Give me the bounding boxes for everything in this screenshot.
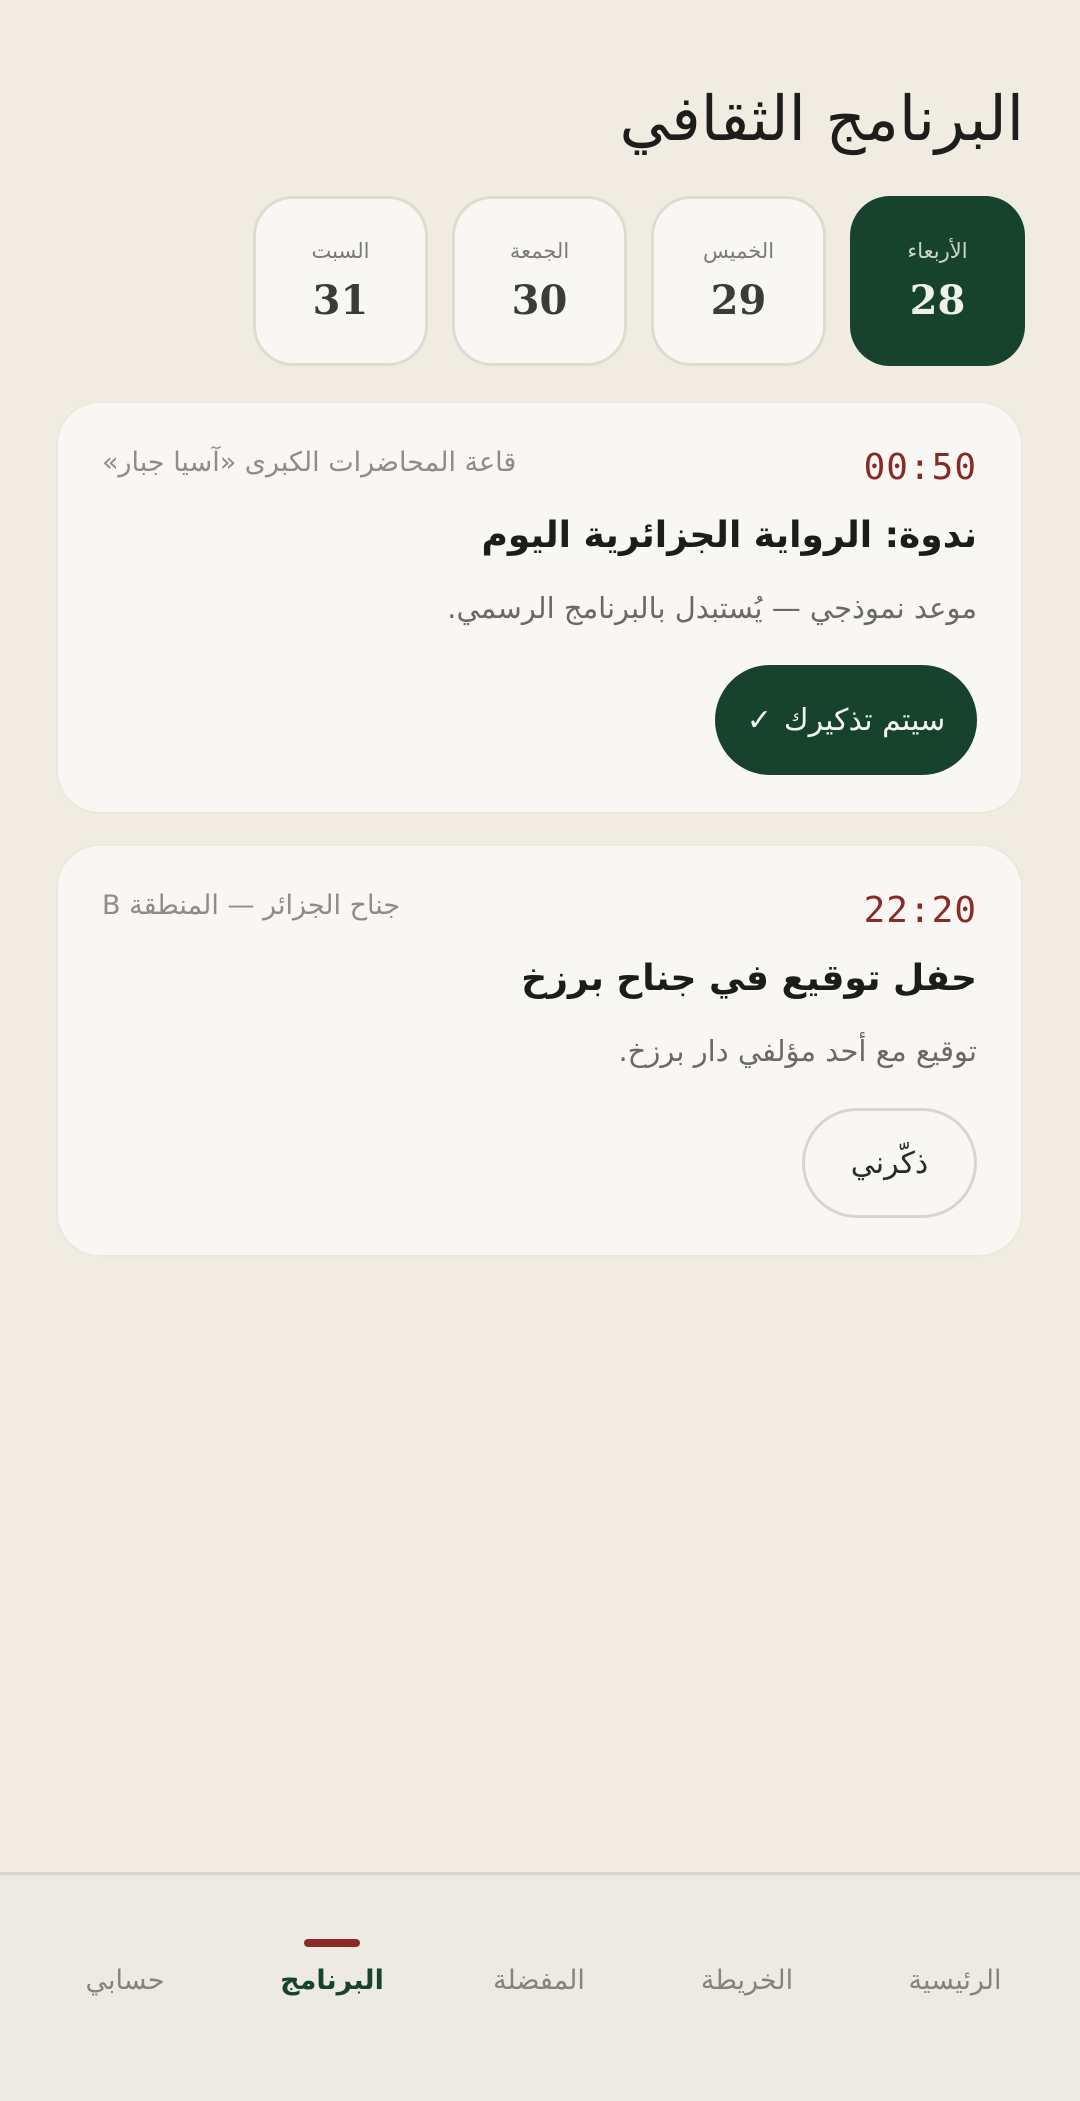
- event-card[interactable]: 22:20 جناح الجزائر — المنطقة B حفل توقيع…: [56, 844, 1023, 1257]
- day-selector: الأربعاء 28 الخميس 29 الجمعة 30 السبت 31: [253, 196, 1025, 366]
- bottom-navigation: الرئيسية الخريطة المفضلة البرنامج حسابي: [0, 1872, 1080, 2101]
- day-number: 30: [511, 276, 568, 324]
- program-screen: البرنامج الثقافي الأربعاء 28 الخميس 29 ا…: [0, 0, 1080, 2101]
- event-card[interactable]: 00:50 قاعة المحاضرات الكبرى «آسيا جبار» …: [56, 401, 1023, 814]
- event-title: حفل توقيع في جناح برزخ: [521, 958, 977, 999]
- day-chip-wednesday[interactable]: الأربعاء 28: [850, 196, 1025, 366]
- event-title: ندوة: الرواية الجزائرية اليوم: [481, 515, 977, 556]
- reminder-button-label: سيتم تذكيرك: [783, 702, 946, 738]
- remind-me-button[interactable]: ذكّرني: [802, 1108, 977, 1218]
- event-venue: جناح الجزائر — المنطقة B: [102, 890, 401, 921]
- nav-item-home[interactable]: الرئيسية: [855, 1965, 1055, 1996]
- active-tab-indicator: [304, 1939, 360, 1947]
- nav-item-program[interactable]: البرنامج: [232, 1965, 432, 1996]
- reminder-button-label: ذكّرني: [850, 1145, 929, 1181]
- event-description: موعد نموذجي — يُستبدل بالبرنامج الرسمي.: [447, 591, 977, 625]
- day-name: الجمعة: [509, 238, 570, 263]
- day-chip-thursday[interactable]: الخميس 29: [651, 196, 826, 366]
- event-venue: قاعة المحاضرات الكبرى «آسيا جبار»: [102, 447, 517, 478]
- day-name: الخميس: [702, 238, 775, 263]
- nav-item-map[interactable]: الخريطة: [647, 1965, 847, 1996]
- event-description: توقيع مع أحد مؤلفي دار برزخ.: [618, 1034, 977, 1068]
- day-number: 29: [710, 276, 767, 324]
- page-title: البرنامج الثقافي: [619, 82, 1024, 155]
- nav-item-account[interactable]: حسابي: [25, 1965, 225, 1996]
- event-time: 22:20: [863, 890, 977, 931]
- day-name: الأربعاء: [907, 238, 968, 263]
- day-number: 28: [909, 276, 966, 324]
- day-chip-saturday[interactable]: السبت 31: [253, 196, 428, 366]
- event-time: 00:50: [863, 447, 977, 488]
- day-name: السبت: [311, 238, 370, 263]
- reminder-set-button[interactable]: سيتم تذكيرك ✓: [715, 665, 977, 775]
- day-chip-friday[interactable]: الجمعة 30: [452, 196, 627, 366]
- nav-item-favorites[interactable]: المفضلة: [439, 1965, 639, 1996]
- check-icon: ✓: [746, 702, 772, 738]
- day-number: 31: [312, 276, 369, 324]
